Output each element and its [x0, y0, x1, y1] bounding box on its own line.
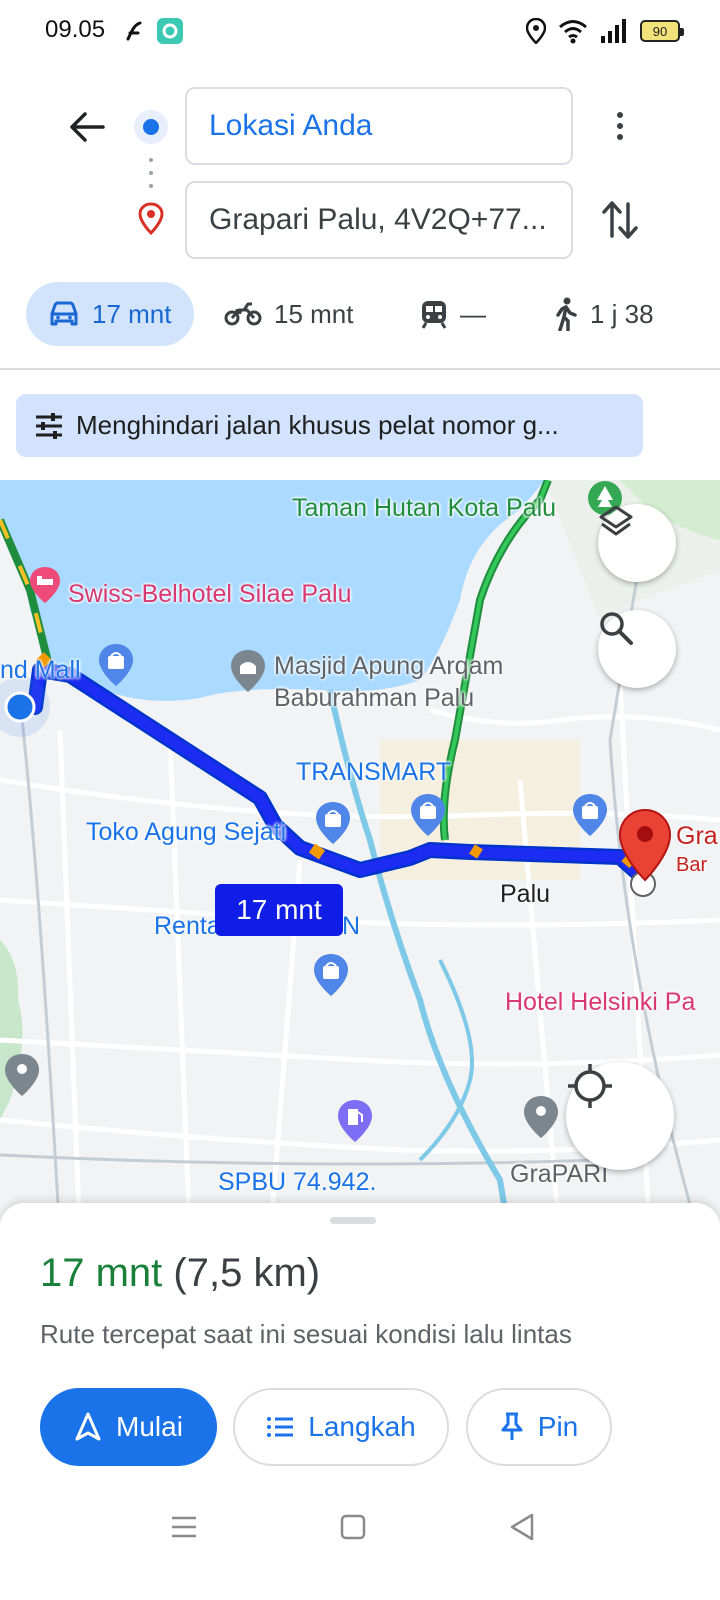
place-marker-icon-2[interactable] — [521, 1094, 561, 1140]
map-label-renta: Renta — [154, 912, 221, 940]
arrow-back-icon — [70, 112, 105, 142]
system-nav-bar — [0, 1497, 720, 1557]
my-location-icon — [568, 1064, 612, 1108]
map-label-destination: Gra — [676, 822, 718, 850]
place-marker-icon[interactable] — [2, 1052, 42, 1098]
route-options-label: Menghindari jalan khusus pelat nomor g..… — [76, 410, 559, 440]
start-navigation-label: Mulai — [116, 1411, 183, 1442]
map-label-toko-agung: Toko Agung Sejati — [86, 818, 287, 846]
route-summary-distance: (7,5 km) — [173, 1251, 321, 1295]
mode-motorcycle-label: 15 mnt — [274, 298, 354, 329]
shopping-marker-icon-3[interactable] — [408, 792, 448, 838]
pin-button[interactable]: Pin — [466, 1388, 612, 1466]
battery-level: 90 — [652, 23, 668, 39]
nav-home-button[interactable] — [333, 1507, 373, 1547]
walking-icon — [556, 297, 577, 331]
map-view[interactable]: Taman Hutan Kota Palu Swiss-Belhotel Sil… — [0, 480, 720, 1240]
wifi-icon — [559, 20, 587, 44]
route-duration-badge[interactable]: 17 mnt — [215, 884, 343, 936]
origin-dot-icon — [134, 110, 168, 144]
gas-station-marker-icon[interactable] — [335, 1098, 375, 1144]
destination-field-text: Grapari Palu, 4V2Q+77... — [209, 203, 547, 236]
app-status-icon — [157, 18, 183, 44]
origin-field-text: Lokasi Anda — [209, 109, 373, 142]
status-bar: 09.05 90 — [0, 0, 720, 64]
steps-label: Langkah — [308, 1411, 416, 1442]
mode-transit[interactable]: — — [420, 282, 486, 346]
mode-driving-label: 17 mnt — [92, 298, 172, 329]
mode-walking-label: 1 j 38 — [590, 298, 654, 329]
menu-icon — [172, 1516, 196, 1538]
motorcycle-icon — [224, 302, 262, 326]
navigation-arrow-icon — [75, 1412, 101, 1441]
my-location-button[interactable] — [566, 1062, 674, 1170]
map-label-swiss-belhotel: Swiss-Belhotel Silae Palu — [68, 580, 352, 608]
search-along-route-button[interactable] — [598, 610, 676, 688]
sheet-drag-handle[interactable] — [330, 1217, 376, 1224]
tune-icon — [36, 412, 62, 439]
map-label-destination-sub: Bar — [676, 854, 708, 876]
origin-field[interactable]: Lokasi Anda — [185, 87, 573, 165]
mode-walking[interactable]: 1 j 38 — [552, 282, 654, 346]
train-icon — [421, 301, 447, 329]
map-label-mall: nd Mall — [0, 656, 81, 684]
app-notification-icon — [126, 21, 142, 41]
map-label-masjid: Masjid Apung Arqam Baburahman Palu — [274, 652, 504, 712]
nav-menu-button[interactable] — [164, 1507, 204, 1547]
route-options-chip[interactable]: Menghindari jalan khusus pelat nomor g..… — [16, 394, 643, 457]
car-icon — [50, 301, 78, 326]
route-summary: 17 mnt (7,5 km) — [40, 1251, 320, 1296]
pin-label: Pin — [537, 1411, 579, 1442]
destination-field[interactable]: Grapari Palu, 4V2Q+77... — [185, 181, 573, 259]
mosque-marker-icon[interactable] — [228, 648, 268, 694]
location-status-icon — [526, 18, 546, 44]
travel-modes: 17 mnt 15 mnt — 1 j 38 — [0, 280, 720, 348]
map-label-spbu: SPBU 74.942. — [218, 1168, 377, 1196]
signal-icon — [601, 19, 626, 43]
map-label-transmart: TRANSMART — [296, 758, 452, 786]
map-label-taman-hutan: Taman Hutan Kota Palu — [292, 494, 557, 522]
shopping-marker-icon-5[interactable] — [311, 952, 351, 998]
route-summary-time: 17 mnt — [40, 1251, 163, 1295]
shopping-marker-icon-4[interactable] — [570, 792, 610, 838]
map-label-grapari: GraPARI — [510, 1160, 609, 1188]
hotel-marker-icon[interactable] — [27, 565, 63, 605]
route-connector — [148, 158, 154, 188]
back-button[interactable] — [64, 104, 110, 150]
route-duration-text: 17 mnt — [236, 894, 322, 925]
shopping-marker-icon-2[interactable] — [313, 800, 353, 846]
mode-driving[interactable]: 17 mnt — [26, 282, 194, 346]
shopping-marker-icon[interactable] — [96, 642, 136, 688]
battery-icon: 90 — [640, 20, 684, 42]
back-triangle-icon — [510, 1513, 534, 1541]
swap-icon[interactable] — [598, 196, 642, 244]
more-options-button[interactable] — [600, 104, 640, 148]
divider — [0, 368, 720, 370]
layers-button[interactable] — [598, 504, 676, 582]
map-label-palu: Palu — [500, 880, 551, 908]
steps-button[interactable]: Langkah — [233, 1388, 449, 1466]
map-label-renta-n: N — [342, 912, 361, 940]
route-description: Rute tercepat saat ini sesuai kondisi la… — [40, 1319, 572, 1349]
list-icon — [267, 1417, 294, 1437]
destination-pin-icon — [138, 202, 164, 236]
home-square-icon — [340, 1514, 366, 1540]
map-label-hotel-helsinki: Hotel Helsinki Pa — [505, 988, 696, 1016]
status-time: 09.05 — [45, 16, 106, 43]
mode-transit-label: — — [460, 298, 486, 329]
nav-back-button[interactable] — [502, 1507, 542, 1547]
search-icon — [600, 612, 633, 645]
mode-motorcycle[interactable]: 15 mnt — [224, 282, 354, 346]
start-navigation-button[interactable]: Mulai — [40, 1388, 217, 1466]
layers-icon — [599, 505, 633, 536]
pin-icon — [501, 1412, 523, 1440]
